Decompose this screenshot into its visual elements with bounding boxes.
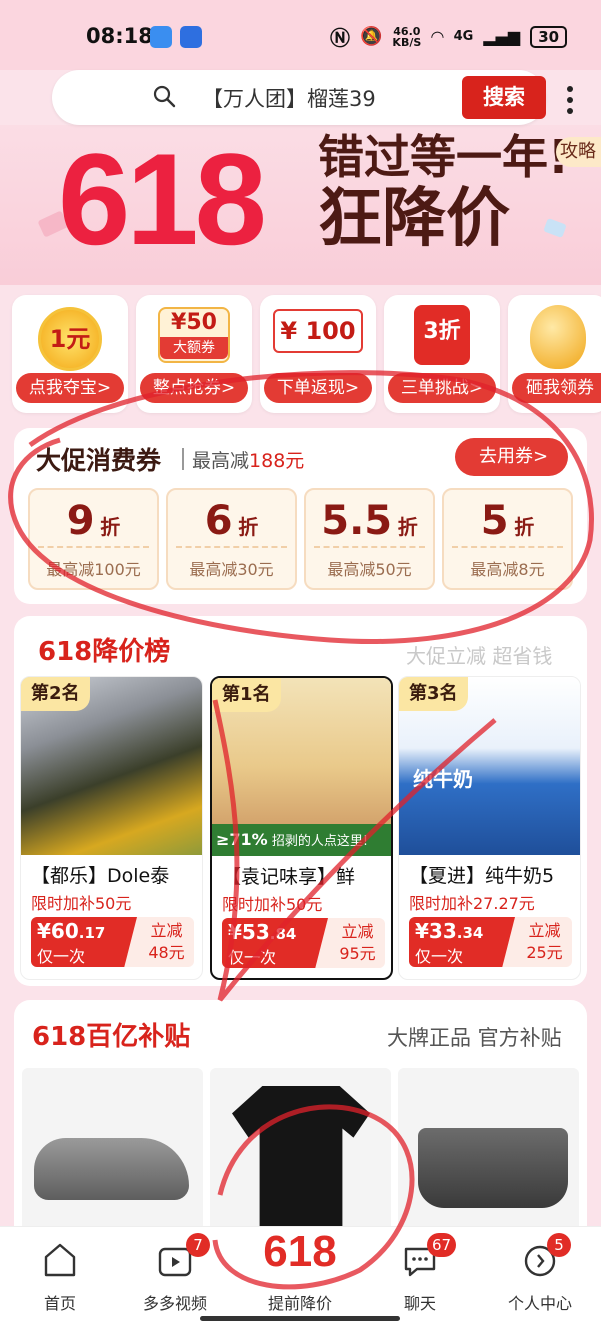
subsidy-title: 618百亿补贴 <box>32 1022 191 1052</box>
rank-badge: 第1名 <box>212 678 281 712</box>
coupon-item[interactable]: 5 折 最高减8元 <box>442 488 573 590</box>
tshirt-image <box>232 1086 370 1238</box>
tab-video[interactable]: 7 多多视频 <box>120 1233 230 1315</box>
feature-label: 砸我领券 <box>512 373 601 403</box>
tab-618-price-drop[interactable]: 618 提前降价 <box>245 1227 355 1315</box>
subsidy-product-tshirt[interactable] <box>210 1068 391 1238</box>
rank-product-card[interactable]: 第2名 【都乐】Dole泰 限时加补50元 ¥60.17 仅一次 立减 48元 <box>20 676 203 980</box>
rank-badge: 第2名 <box>21 677 90 711</box>
feature-cashback[interactable]: ¥ 100 下单返现> <box>260 295 376 413</box>
feature-label: 点我夺宝> <box>16 373 124 403</box>
feature-treasure[interactable]: 1元 点我夺宝> <box>12 295 128 413</box>
chat-badge: 67 <box>427 1233 457 1257</box>
feature-label: 整点抢券> <box>140 373 248 403</box>
golden-egg-icon <box>530 305 586 369</box>
price-box: ¥33.34 仅一次 立减 25元 <box>409 917 572 967</box>
banner-slogan-line2: 狂降价 <box>318 182 510 256</box>
product-name: 【袁记味享】鲜 <box>222 866 356 888</box>
product-subsidy: 限时加补27.27元 <box>409 894 535 913</box>
rank-product-card[interactable]: 纯牛奶 第3名 【夏进】纯牛奶5 限时加补27.27元 ¥33.34 仅一次 立… <box>398 676 581 980</box>
profile-badge: 5 <box>547 1233 571 1257</box>
status-right: Ⓝ 🔕 46.0 KB/S ◠ 4G ▂▄▆ 30 <box>330 22 568 51</box>
coupon-item[interactable]: 9 折 最高减100元 <box>28 488 159 590</box>
home-indicator <box>200 1316 400 1321</box>
product-discount: 立减 25元 <box>526 921 563 962</box>
video-badge: 7 <box>186 1233 210 1257</box>
mute-icon: 🔕 <box>360 26 383 47</box>
network-speed: 46.0 KB/S <box>392 24 422 49</box>
product-discount: 立减 48元 <box>148 921 185 962</box>
coupon-item[interactable]: 6 折 最高减30元 <box>166 488 297 590</box>
tab-home[interactable]: 首页 <box>5 1235 115 1315</box>
status-time: 08:18 <box>86 24 153 48</box>
tab-chat[interactable]: 67 聊天 <box>365 1233 475 1315</box>
search-button[interactable]: 搜索 <box>462 76 546 119</box>
cashback-icon: ¥ 100 <box>273 309 363 353</box>
feature-label: 下单返现> <box>264 373 372 403</box>
coin-icon: 1元 <box>38 307 102 371</box>
signal-label: 4G <box>453 29 474 44</box>
rank-product-card[interactable]: ≥71% 招剥的人点这里! 第1名 【袁记味享】鲜 限时加补50元 ¥53.84… <box>210 676 393 980</box>
subsidy-product-shoe[interactable] <box>22 1068 203 1238</box>
price-box: ¥53.84 仅一次 立减 95元 <box>222 918 385 968</box>
search-bar[interactable]: 【万人团】榴莲39 搜索 <box>52 70 546 125</box>
search-input[interactable]: 【万人团】榴莲39 <box>202 83 376 113</box>
search-icon <box>153 85 176 108</box>
tab-618-label: 618 <box>263 1227 337 1276</box>
product-price: ¥33.34 <box>415 919 484 943</box>
divider <box>182 448 184 470</box>
nfc-icon: Ⓝ <box>330 26 350 50</box>
coupon-card-title: 大促消费券 <box>36 446 162 475</box>
more-options-icon[interactable] <box>560 82 580 118</box>
product-subsidy: 限时加补50元 <box>222 895 323 914</box>
feature-three-orders[interactable]: 3折 三单挑战> <box>384 295 500 413</box>
price-rank-title: 618降价榜 <box>38 637 171 667</box>
product-subsidy: 限时加补50元 <box>31 894 132 913</box>
cooker-image <box>418 1128 568 1208</box>
use-coupon-button[interactable]: 去用券> <box>455 438 568 476</box>
sneaker-image <box>34 1138 189 1200</box>
battery-indicator: 30 <box>530 25 568 48</box>
banner-slogan-line1: 错过等一年! <box>318 130 569 184</box>
feature-smash-egg[interactable]: 砸我领券 <box>508 295 601 413</box>
signal-icon: ▂▄▆ <box>483 27 521 46</box>
app-notification-icon <box>150 26 172 48</box>
status-bar: 08:18 Ⓝ 🔕 46.0 KB/S ◠ 4G ▂▄▆ 30 <box>0 0 601 70</box>
feature-hourly-coupon[interactable]: ¥50 大额券 整点抢券> <box>136 295 252 413</box>
confetti-decoration <box>543 218 567 238</box>
subsidy-product-cooker[interactable] <box>398 1068 579 1238</box>
product-price: ¥60.17 <box>37 919 106 943</box>
red-envelope-icon: 3折 <box>414 305 470 365</box>
price-box: ¥60.17 仅一次 立减 48元 <box>31 917 194 967</box>
product-name: 【都乐】Dole泰 <box>31 865 170 887</box>
tab-profile[interactable]: 5 个人中心 <box>485 1233 595 1315</box>
product-discount: 立减 95元 <box>339 922 376 963</box>
price-rank-card: 618降价榜 大促立减 超省钱 第2名 【都乐】Dole泰 限时加补50元 ¥6… <box>14 616 587 986</box>
promo-banner[interactable]: 618 错过等一年! 狂降价 攻略 <box>0 125 601 285</box>
product-name: 【夏进】纯牛奶5 <box>409 865 555 887</box>
banner-618: 618 <box>58 126 267 272</box>
coupon-card-subtitle: 最高减188元 <box>192 450 305 472</box>
wifi-icon: ◠ <box>431 27 444 46</box>
home-icon <box>44 1243 76 1277</box>
subsidy-slogan[interactable]: 大牌正品 官方补贴 <box>387 1022 562 1052</box>
baidu-notification-icon <box>180 26 202 48</box>
subsidy-card: 618百亿补贴 大牌正品 官方补贴 <box>14 1000 587 1260</box>
price-rank-slogan[interactable]: 大促立减 超省钱 <box>406 640 552 669</box>
product-price: ¥53.84 <box>228 920 297 944</box>
guide-button[interactable]: 攻略 <box>556 137 601 167</box>
rank-badge: 第3名 <box>399 677 468 711</box>
coupon-icon: ¥50 大额券 <box>158 307 230 363</box>
promo-coupon-card: 大促消费券 最高减188元 去用券> 9 折 最高减100元 6 折 最高减30… <box>14 428 587 604</box>
feature-label: 三单挑战> <box>388 373 496 403</box>
coupon-item[interactable]: 5.5 折 最高减50元 <box>304 488 435 590</box>
